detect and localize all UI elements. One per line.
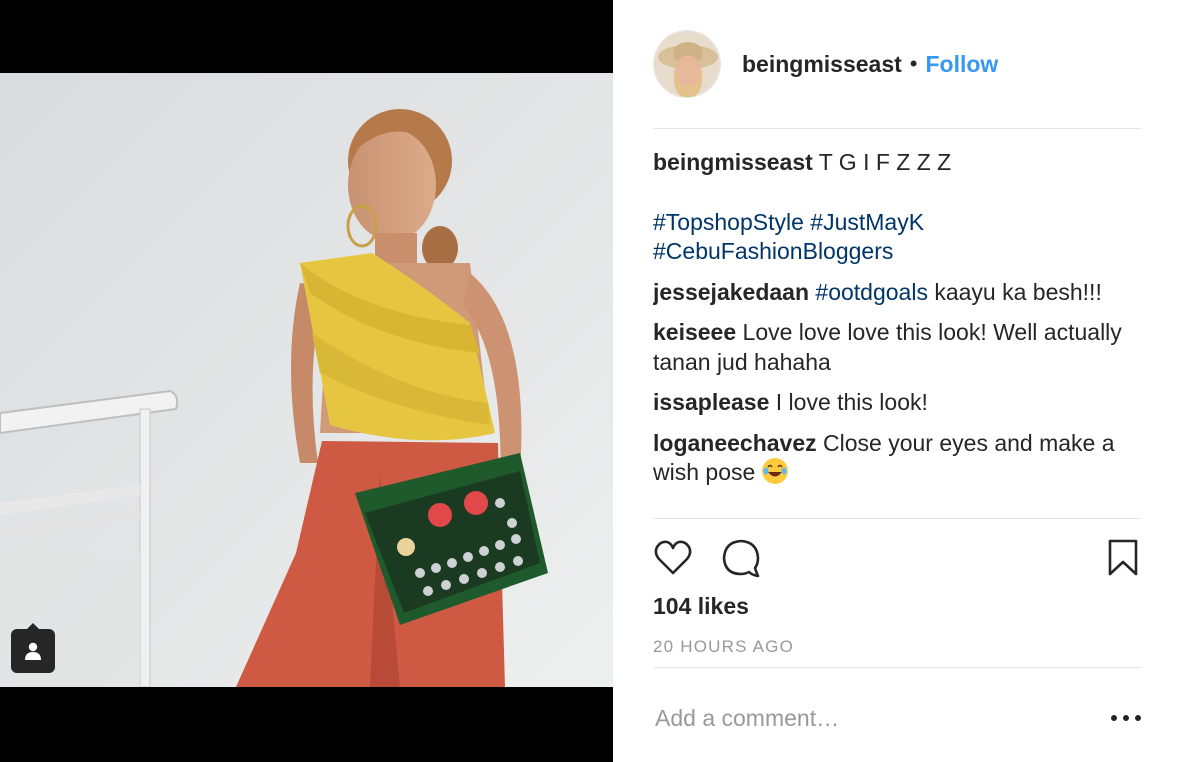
- header-divider: [653, 128, 1141, 129]
- person-tag-icon: [25, 642, 41, 660]
- more-options-icon[interactable]: [1111, 708, 1141, 728]
- comment-item: keiseee Love love love this look! Well a…: [653, 318, 1141, 377]
- caption-username[interactable]: beingmisseast: [653, 149, 813, 175]
- heart-icon[interactable]: [653, 538, 693, 578]
- comments-list[interactable]: beingmisseast T G I F Z Z Z #TopshopStyl…: [653, 148, 1141, 518]
- comment-text: I love this look!: [775, 389, 928, 415]
- laughing-tears-emoji-icon: [761, 458, 788, 484]
- composer-divider: [653, 667, 1141, 668]
- comment-item: loganeechavez Close your eyes and make a…: [653, 429, 1141, 488]
- caption-hashtags-line2[interactable]: #CebuFashionBloggers: [653, 237, 1141, 267]
- post-author-username[interactable]: beingmisseast: [742, 51, 902, 78]
- add-comment-input[interactable]: [655, 700, 1075, 736]
- caption-text: T G I F Z Z Z: [818, 149, 952, 175]
- avatar[interactable]: [653, 30, 721, 98]
- caption: beingmisseast T G I F Z Z Z #TopshopStyl…: [653, 148, 1141, 267]
- bookmark-icon[interactable]: [1105, 538, 1141, 578]
- post-timestamp[interactable]: 20 HOURS AGO: [653, 637, 794, 657]
- comment-item: issaplease I love this look!: [653, 388, 1141, 418]
- comments-divider: [653, 518, 1141, 519]
- speech-bubble-icon[interactable]: [721, 538, 761, 578]
- post-details-panel: beingmisseast • Follow beingmisseast T G…: [613, 0, 1180, 762]
- comment-username[interactable]: keiseee: [653, 319, 736, 345]
- media-area: [0, 0, 613, 762]
- action-bar: [653, 538, 1141, 578]
- post-photo[interactable]: [0, 73, 613, 687]
- follow-button[interactable]: Follow: [926, 51, 999, 78]
- comment-username[interactable]: jessejakedaan: [653, 279, 809, 305]
- tagged-people-button[interactable]: [11, 623, 55, 673]
- likes-count[interactable]: 104 likes: [653, 593, 749, 620]
- separator-dot: •: [909, 51, 918, 76]
- comment-username[interactable]: loganeechavez: [653, 430, 817, 456]
- post-header: beingmisseast • Follow: [653, 30, 1141, 98]
- comment-text: kaayu ka besh!!!: [934, 278, 1102, 305]
- comment-username[interactable]: issaplease: [653, 389, 769, 415]
- caption-hashtags-line1[interactable]: #TopshopStyle #JustMayK: [653, 208, 1141, 238]
- comment-item: jessejakedaan #ootdgoals kaayu ka besh!!…: [653, 278, 1141, 308]
- comment-hashtag[interactable]: #ootdgoals: [815, 279, 928, 305]
